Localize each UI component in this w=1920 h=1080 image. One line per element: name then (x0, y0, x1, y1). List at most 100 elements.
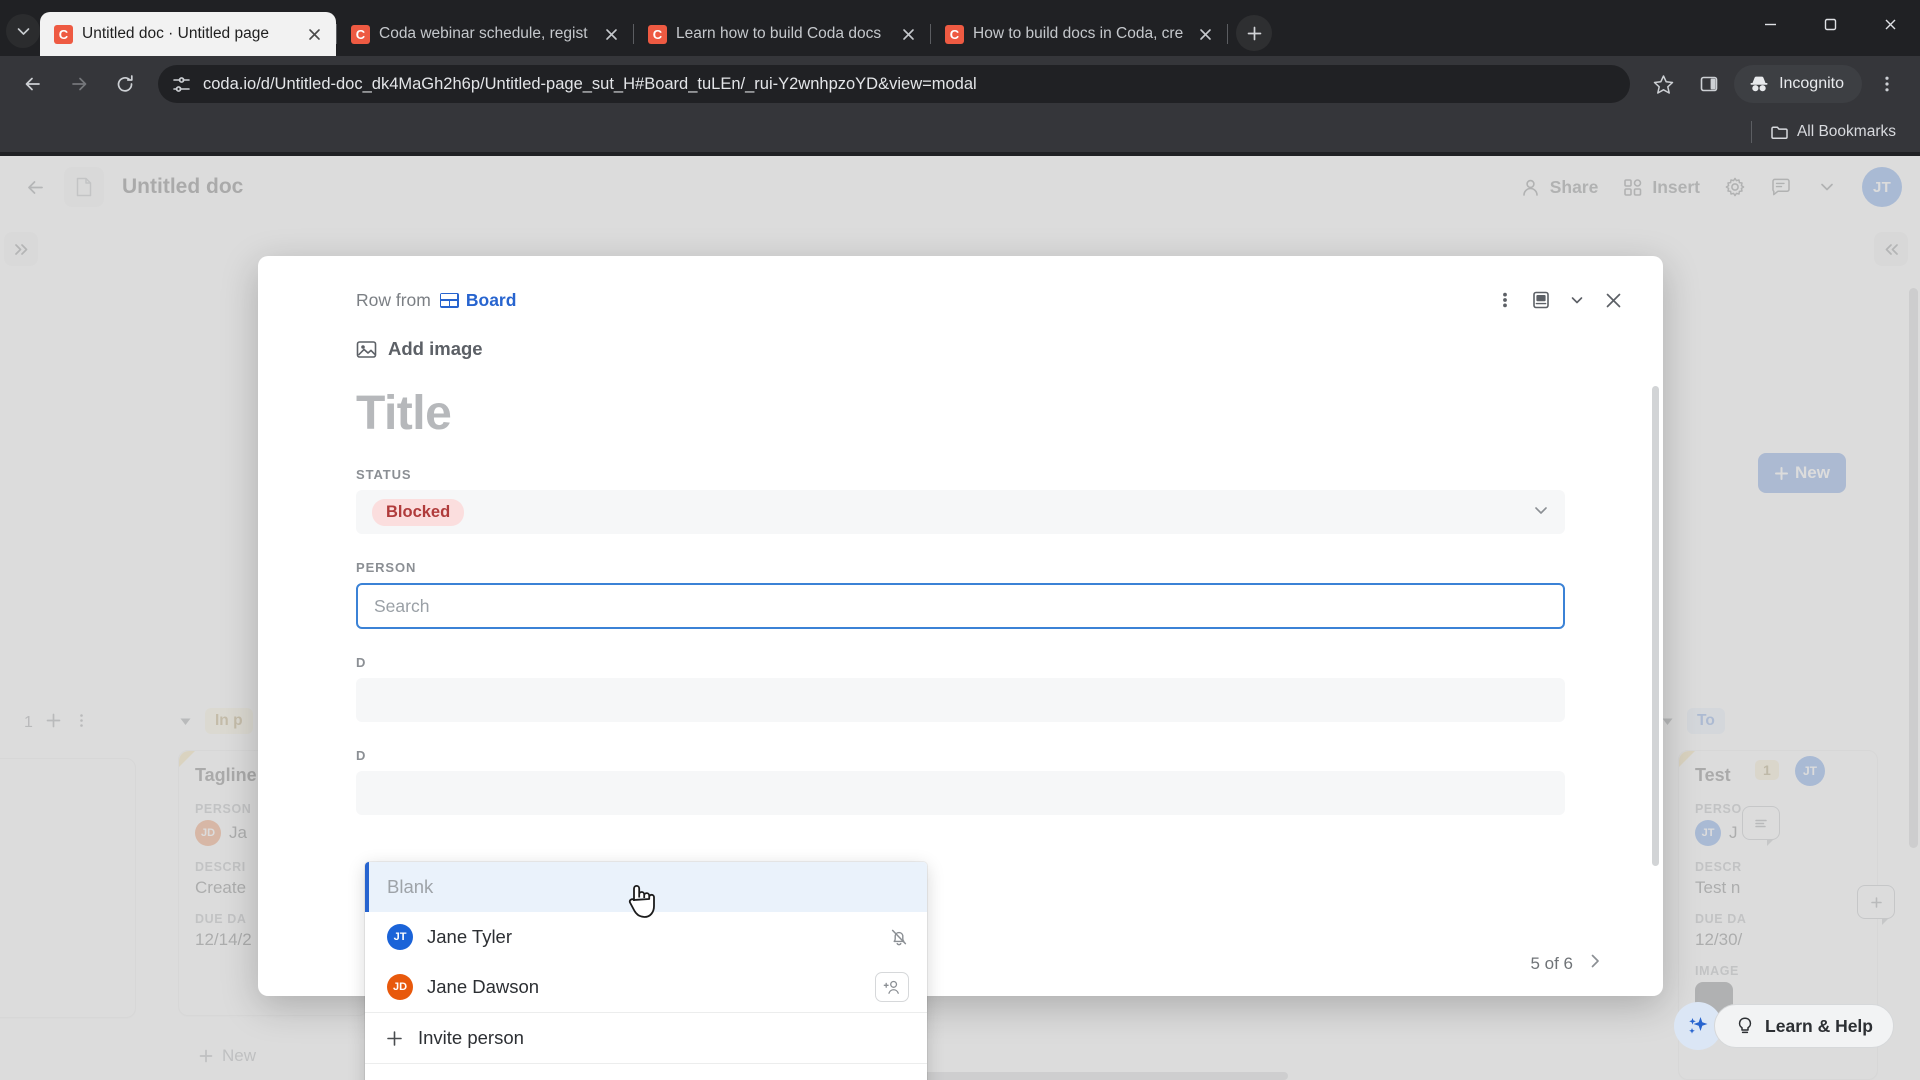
more-results-section: More results (365, 1063, 927, 1080)
site-settings-icon[interactable] (172, 75, 191, 94)
tab-close-button[interactable] (1193, 22, 1217, 46)
modal-layout-chevron-button[interactable] (1559, 282, 1595, 318)
minimize-button[interactable] (1740, 0, 1800, 48)
row-from-prefix: Row from (356, 289, 431, 310)
reload-icon (117, 75, 133, 92)
tab-close-button[interactable] (896, 22, 920, 46)
coda-icon: C (945, 24, 964, 44)
chevron-down-icon (17, 27, 29, 35)
row-title[interactable]: Title (356, 386, 1565, 441)
chrome-menu-button[interactable] (1866, 63, 1908, 105)
browser-tab[interactable]: C Learn how to build Coda docs (634, 12, 930, 56)
arrow-right-icon (72, 77, 87, 91)
tab-title: Untitled doc · Untitled page (82, 25, 269, 42)
dropdown-item-label: Jane Tyler (427, 926, 513, 947)
browser-tab[interactable]: C Coda webinar schedule, regist (337, 12, 633, 56)
close-window-button[interactable] (1860, 0, 1920, 48)
board-link[interactable]: Board (439, 289, 517, 311)
modal-body: Add image Title STATUS Blocked PERSON Se… (258, 316, 1663, 815)
modal-more-button[interactable] (1487, 282, 1523, 318)
hidden-field-2[interactable] (356, 771, 1565, 815)
more-vertical-icon (1503, 292, 1507, 308)
address-bar[interactable]: coda.io/d/Untitled-doc_dk4MaGh2h6p/Untit… (158, 65, 1631, 103)
close-icon (1606, 293, 1620, 307)
person-dropdown: Blank JT Jane Tyler JD Jane Dawson Invit… (365, 862, 927, 1080)
lightbulb-icon (1738, 1017, 1752, 1034)
modal-close-button[interactable] (1595, 282, 1631, 318)
tab-close-button[interactable] (302, 22, 326, 46)
tab-title: Coda webinar schedule, regist (379, 25, 588, 42)
invite-person-button[interactable]: Invite person (365, 1013, 927, 1063)
arrow-left-icon (25, 77, 40, 91)
layout-icon (1533, 291, 1549, 309)
browser-toolbar: coda.io/d/Untitled-doc_dk4MaGh2h6p/Untit… (0, 56, 1920, 112)
next-row-button[interactable] (1587, 953, 1603, 974)
person-search-input[interactable]: Search (356, 583, 1565, 629)
row-pager: 5 of 6 (1530, 953, 1603, 974)
hidden-field-1[interactable] (356, 678, 1565, 722)
url-text: coda.io/d/Untitled-doc_dk4MaGh2h6p/Untit… (203, 74, 977, 93)
incognito-indicator[interactable]: Incognito (1734, 65, 1862, 103)
tab-title: Learn how to build Coda docs (676, 25, 882, 42)
image-icon (356, 340, 377, 358)
board-link-label: Board (465, 289, 517, 310)
add-image-button[interactable]: Add image (356, 338, 1565, 360)
browser-window: C Untitled doc · Untitled page C Coda we… (0, 0, 1920, 1080)
incognito-icon (1750, 76, 1768, 92)
invite-person-section: Invite person (365, 1012, 927, 1063)
coda-icon: C (54, 24, 73, 44)
tab-title: How to build docs in Coda, cre (973, 25, 1184, 42)
chevron-right-icon (1591, 954, 1599, 968)
dropdown-item-jane-dawson[interactable]: JD Jane Dawson (365, 962, 927, 1012)
star-icon (1653, 74, 1673, 94)
person-search-placeholder: Search (374, 595, 430, 616)
status-field-label: STATUS (356, 467, 412, 482)
forward-button[interactable] (58, 63, 100, 105)
modal-scrollbar[interactable] (1652, 386, 1659, 866)
modal-header: Row from Board (258, 256, 1663, 316)
status-badge: Blocked (372, 498, 465, 526)
bell-off-icon[interactable] (889, 927, 909, 947)
reload-button[interactable] (104, 63, 146, 105)
avatar: JD (387, 974, 413, 1000)
close-icon (1885, 19, 1895, 29)
more-results-button[interactable]: More results (365, 1064, 927, 1080)
coda-app: Untitled doc Share Insert JT (0, 156, 1920, 1080)
back-button[interactable] (12, 63, 54, 105)
folder-icon (1771, 126, 1788, 139)
add-person-icon[interactable] (875, 972, 909, 1002)
person-field-label: PERSON (356, 560, 417, 575)
all-bookmarks-button[interactable]: All Bookmarks (1762, 123, 1904, 142)
coda-icon: C (648, 24, 667, 44)
learn-help-button[interactable]: Learn & Help (1714, 1004, 1894, 1048)
chevron-down-icon (1571, 297, 1583, 304)
add-image-label: Add image (388, 338, 483, 359)
status-field[interactable]: Blocked (356, 490, 1565, 534)
bookmark-star-button[interactable] (1642, 63, 1684, 105)
hidden-field-label-1: D (356, 655, 367, 670)
dropdown-item-label: Blank (387, 876, 434, 897)
maximize-button[interactable] (1800, 0, 1860, 48)
maximize-icon (1824, 18, 1836, 30)
browser-tab[interactable]: C Untitled doc · Untitled page (40, 12, 336, 56)
new-tab-button[interactable] (1236, 15, 1272, 51)
browser-tab[interactable]: C How to build docs in Coda, cre (931, 12, 1227, 56)
sparkle-icon (1689, 1017, 1708, 1034)
tab-divider (1227, 24, 1228, 44)
minimize-icon (1764, 23, 1776, 25)
dropdown-item-label: Jane Dawson (427, 976, 540, 997)
tab-strip: C Untitled doc · Untitled page C Coda we… (0, 0, 1920, 56)
incognito-label: Incognito (1779, 75, 1844, 92)
side-panel-button[interactable] (1688, 63, 1730, 105)
dropdown-item-blank[interactable]: Blank (365, 862, 927, 912)
learn-help-label: Learn & Help (1765, 1015, 1873, 1036)
tab-search-button[interactable] (6, 14, 40, 48)
more-vertical-icon (1885, 76, 1889, 92)
tab-close-button[interactable] (599, 22, 623, 46)
hidden-field-label-2: D (356, 748, 367, 763)
avatar: JT (387, 924, 413, 950)
dropdown-item-jane-tyler[interactable]: JT Jane Tyler (365, 912, 927, 962)
side-panel-icon (1700, 76, 1718, 92)
modal-layout-button[interactable] (1523, 282, 1559, 318)
tab-list: C Untitled doc · Untitled page C Coda we… (40, 12, 1228, 56)
